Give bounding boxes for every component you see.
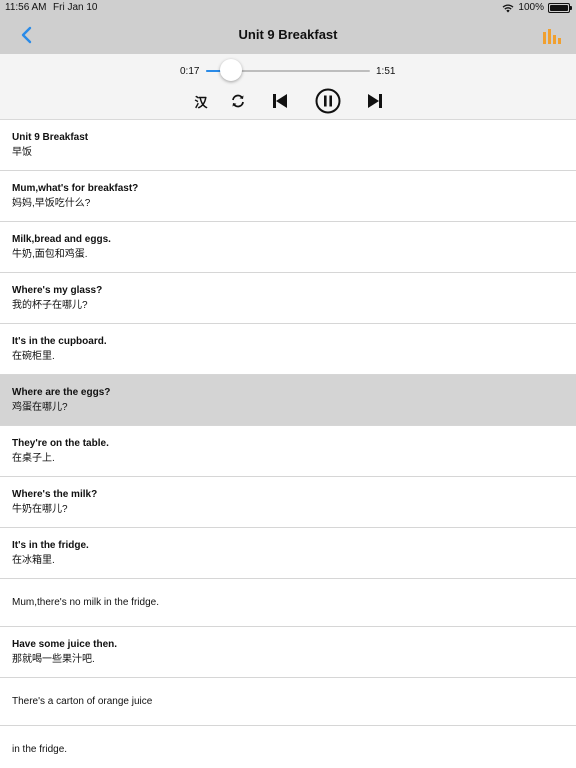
sentence-english: It's in the cupboard.	[12, 336, 107, 347]
current-time: 0:17	[180, 66, 200, 77]
skip-next-icon	[368, 94, 382, 108]
translation-toggle-button[interactable]: 汉	[190, 90, 212, 112]
sentence-chinese: 那就喝一些果汁吧.	[12, 654, 95, 665]
bar-chart-icon[interactable]	[542, 28, 562, 45]
status-date: Fri Jan 10	[53, 2, 98, 13]
status-time: 11:56 AM	[5, 2, 47, 13]
status-bar: 11:56 AM Fri Jan 10 100%	[0, 0, 576, 16]
wifi-icon	[502, 3, 514, 12]
sentence-chinese: 早饭	[12, 147, 32, 158]
nav-bar: Unit 9 Breakfast	[0, 16, 576, 54]
sentence-chinese: 牛奶,面包和鸡蛋.	[12, 249, 88, 260]
audio-player: 0:17 1:51 汉	[0, 54, 576, 120]
sentence-english: Unit 9 Breakfast	[12, 132, 89, 143]
repeat-button[interactable]	[227, 90, 249, 112]
sentence-english: There's a carton of orange juice	[12, 695, 153, 707]
list-item[interactable]: Where's the milk? 牛奶在哪儿?	[0, 477, 576, 528]
sentence-english: It's in the fridge.	[12, 540, 89, 551]
sentence-chinese: 鸡蛋在哪儿?	[12, 402, 68, 413]
previous-button[interactable]	[269, 90, 291, 112]
list-item[interactable]: It's in the cupboard. 在碗柜里.	[0, 324, 576, 375]
battery-icon	[548, 2, 572, 13]
list-item[interactable]: They're on the table. 在桌子上.	[0, 426, 576, 477]
list-item-current[interactable]: Where are the eggs? 鸡蛋在哪儿?	[0, 375, 576, 426]
sentence-chinese: 在碗柜里.	[12, 351, 55, 362]
skip-previous-icon	[273, 94, 287, 108]
list-item[interactable]: Mum,there's no milk in the fridge.	[0, 579, 576, 627]
sentence-english: Where's my glass?	[12, 285, 103, 296]
sentence-chinese: 在冰箱里.	[12, 555, 55, 566]
total-time: 1:51	[376, 66, 396, 77]
battery-percent: 100%	[518, 2, 544, 13]
sentence-english: Milk,bread and eggs.	[12, 234, 111, 245]
list-item[interactable]: in the fridge.	[0, 726, 576, 768]
slider-thumb[interactable]	[220, 59, 243, 81]
sentence-chinese: 牛奶在哪儿?	[12, 504, 68, 515]
list-item[interactable]: Have some juice then. 那就喝一些果汁吧.	[0, 627, 576, 678]
status-right: 100%	[502, 2, 572, 13]
sentence-chinese: 妈妈,早饭吃什么?	[12, 198, 91, 209]
list-item[interactable]: Mum,what's for breakfast? 妈妈,早饭吃什么?	[0, 171, 576, 222]
next-button[interactable]	[364, 90, 386, 112]
sentence-english: Where's the milk?	[12, 489, 98, 500]
sentence-english: in the fridge.	[12, 743, 68, 755]
sentence-chinese: 在桌子上.	[12, 453, 55, 464]
list-item[interactable]: It's in the fridge. 在冰箱里.	[0, 528, 576, 579]
list-item[interactable]: Unit 9 Breakfast 早饭	[0, 120, 576, 171]
sentence-list: Unit 9 Breakfast 早饭 Mum,what's for break…	[0, 120, 576, 768]
list-item[interactable]: Where's my glass? 我的杯子在哪儿?	[0, 273, 576, 324]
page-title: Unit 9 Breakfast	[238, 27, 338, 42]
sentence-english: They're on the table.	[12, 438, 109, 449]
sentence-chinese: 我的杯子在哪儿?	[12, 300, 88, 311]
sentence-english: Mum,there's no milk in the fridge.	[12, 596, 159, 608]
sentence-english: Where are the eggs?	[12, 387, 111, 398]
pause-button[interactable]	[315, 88, 341, 114]
list-item[interactable]: There's a carton of orange juice	[0, 678, 576, 726]
pause-icon	[315, 88, 341, 114]
sentence-english: Have some juice then.	[12, 639, 118, 650]
sentence-english: Mum,what's for breakfast?	[12, 183, 139, 194]
repeat-icon	[232, 94, 244, 108]
list-item[interactable]: Milk,bread and eggs. 牛奶,面包和鸡蛋.	[0, 222, 576, 273]
